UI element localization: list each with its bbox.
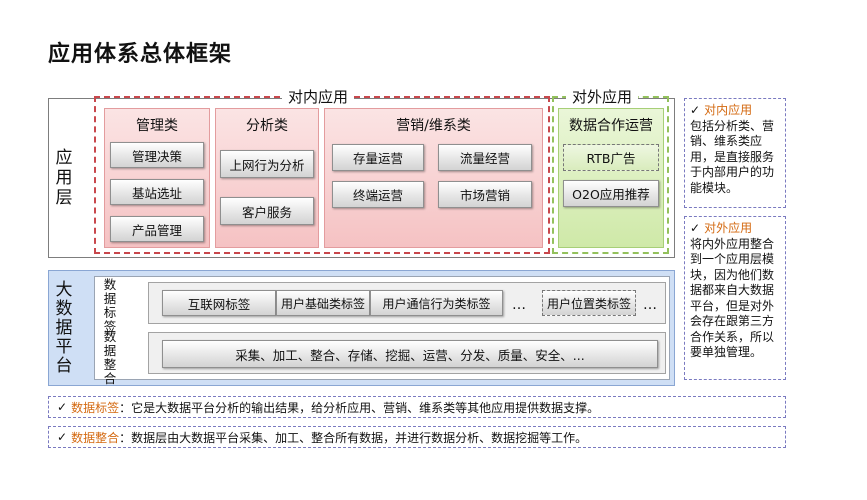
big-data-platform-label: 大 数 据 平 台	[48, 270, 80, 386]
internet-tag-button[interactable]: 互联网标签	[162, 290, 276, 316]
check-icon: ✓	[57, 400, 68, 414]
label-char: 据	[103, 291, 117, 306]
label-char: 标	[103, 305, 117, 320]
data-integration-footnote: ✓ 数据整合 ：数据层由大数据平台采集、加工、整合所有数据，并进行数据分析、数据…	[48, 426, 786, 448]
note-body: 包括分析类、营销、维系类应用，是直接服务于内部用户的功能模块。	[690, 118, 775, 195]
stock-operation-button[interactable]: 存量运营	[332, 144, 424, 171]
site-selection-button[interactable]: 基站选址	[110, 179, 204, 205]
application-layer-label: 应 用 层	[48, 98, 80, 258]
browsing-behavior-analysis-button[interactable]: 上网行为分析	[220, 150, 314, 178]
check-icon: ✓	[690, 221, 701, 235]
user-location-tag-button[interactable]: 用户位置类标签	[542, 290, 636, 316]
footnote-text: ：它是大数据平台分析的输出结果，给分析应用、营销、维系类等其他应用提供数据支撑。	[119, 400, 600, 415]
data-integration-label: 数 据 整 合	[100, 330, 120, 386]
page-title: 应用体系总体框架	[48, 42, 233, 67]
label-char: 据	[103, 343, 117, 358]
label-char: 台	[55, 355, 73, 376]
note-head-text: 对内应用	[704, 103, 753, 117]
note-head-text: 对外应用	[704, 221, 753, 235]
note-header: ✓ 对外应用	[690, 221, 780, 237]
o2o-recommendation-button[interactable]: O2O应用推荐	[563, 180, 659, 207]
note-header: ✓ 对内应用	[690, 103, 780, 119]
check-icon: ✓	[690, 103, 701, 117]
label-char: 平	[55, 336, 73, 357]
inner-applications-title: 对内应用	[282, 88, 355, 106]
label-char: 数	[103, 329, 117, 344]
outer-applications-title: 对外应用	[566, 88, 639, 106]
user-basic-tag-button[interactable]: 用户基础类标签	[276, 290, 370, 316]
label-char: 整	[103, 357, 117, 372]
customer-service-button[interactable]: 客户服务	[220, 197, 314, 225]
marketing-panel-title: 营销/维系类	[396, 118, 471, 134]
outer-applications-note: ✓ 对外应用 将内外应用整合到一个应用层模块，因为他们数据都来自大数据平台，但是对…	[684, 216, 786, 380]
tags-ellipsis: …	[512, 297, 527, 313]
management-panel-title: 管理类	[136, 118, 178, 134]
data-cooperation-panel-title: 数据合作运营	[569, 118, 653, 134]
data-tags-footnote: ✓ 数据标签 ：它是大数据平台分析的输出结果，给分析应用、营销、维系类等其他应用…	[48, 396, 786, 418]
label-char: 用	[55, 168, 73, 188]
footnote-text: ：数据层由大数据平台采集、加工、整合所有数据，并进行数据分析、数据挖掘等工作。	[119, 430, 588, 445]
label-char: 据	[55, 317, 73, 338]
label-char: 合	[103, 371, 117, 386]
label-char: 层	[55, 188, 73, 208]
data-process-bar: 采集、加工、整合、存储、挖掘、运营、分发、质量、安全、...	[162, 340, 658, 368]
footnote-key: 数据标签	[71, 400, 120, 415]
tags-ellipsis-end: …	[643, 297, 658, 313]
label-char: 大	[55, 279, 73, 300]
marketing-panel: 营销/维系类	[324, 108, 543, 248]
management-decision-button[interactable]: 管理决策	[110, 142, 204, 168]
inner-applications-note: ✓ 对内应用 包括分析类、营销、维系类应用，是直接服务于内部用户的功能模块。	[684, 98, 786, 208]
analysis-panel: 分析类	[215, 108, 319, 248]
data-cooperation-panel: 数据合作运营	[558, 108, 664, 248]
analysis-panel-title: 分析类	[246, 118, 288, 134]
label-char: 数	[55, 298, 73, 319]
note-body: 将内外应用整合到一个应用层模块，因为他们数据都来自大数据平台，但是对外会存在跟第…	[690, 236, 775, 360]
traffic-operation-button[interactable]: 流量经营	[438, 144, 532, 171]
label-char: 数	[103, 277, 117, 292]
user-communication-tag-button[interactable]: 用户通信行为类标签	[370, 290, 503, 316]
label-char: 应	[55, 148, 73, 168]
terminal-operation-button[interactable]: 终端运营	[332, 181, 424, 208]
check-icon: ✓	[57, 430, 68, 444]
rtb-ad-button[interactable]: RTB广告	[563, 144, 659, 171]
data-tags-label: 数 据 标 签	[100, 278, 120, 334]
product-management-button[interactable]: 产品管理	[110, 216, 204, 242]
footnote-key: 数据整合	[71, 430, 120, 445]
market-marketing-button[interactable]: 市场营销	[438, 181, 532, 208]
